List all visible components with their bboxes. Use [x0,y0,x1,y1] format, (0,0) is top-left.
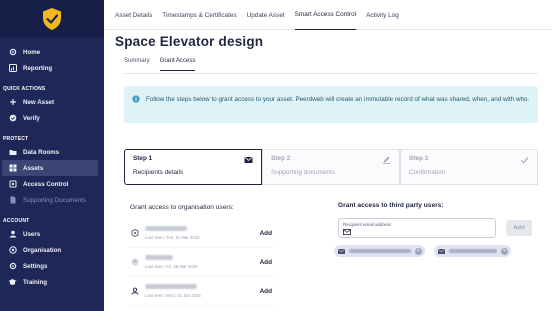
add-button[interactable]: Add [260,288,272,295]
sidebar-item-verify[interactable]: Verify [0,110,104,126]
asset-tabs: Asset Details Timestamps & Certificates … [104,0,552,30]
step-2[interactable]: Step 2 Supporting documents [262,149,400,185]
sidebar-item-organisation[interactable]: Organisation [0,242,104,258]
step-label: Confirmation [409,169,446,176]
email-input[interactable] [354,228,492,237]
org-user-list: Last seen: Tue, 11 Mar 2025 Add Last see… [130,219,275,306]
user-icon [130,287,139,296]
gear-icon [8,262,17,271]
sidebar-item-users[interactable]: Users [0,226,104,242]
recipient-chip: × [434,245,511,257]
sub-tabs: Summary Grant Access [124,58,205,74]
bar-chart-icon [8,64,17,73]
sidebar-item-label: Data Rooms [23,148,60,156]
pencil-icon [383,156,390,164]
info-icon [132,95,140,103]
add-email-button[interactable]: Add [506,220,532,236]
lock-icon [8,180,17,189]
sidebar-item-data-rooms[interactable]: Data Rooms [0,144,104,160]
sidebar-item-label: Access Control [23,180,69,188]
step-label: Supporting documents [271,169,335,176]
tab-activity-log[interactable]: Activity Log [366,0,399,30]
sidebar-item-label: Organisation [23,246,62,254]
tab-timestamps-certificates[interactable]: Timestamps & Certificates [162,0,236,30]
list-item: Last seen: Fri, 28 Mar 2025 Add [130,248,275,277]
step-number: Step 3 [409,155,429,162]
document-icon [8,196,17,205]
sidebar-item-label: Settings [23,262,48,270]
gear-icon [8,48,17,57]
sidebar-item-label: Verify [23,114,40,122]
graduation-cap-icon [8,278,17,287]
tab-summary[interactable]: Summary [124,58,150,74]
organisation-icon [8,246,17,255]
sidebar-item-label: Training [23,278,48,286]
grid-icon [8,164,17,173]
info-banner: Follow the steps below to grant access t… [124,86,538,123]
envelope-icon [338,248,345,254]
recipient-chip: × [334,245,425,257]
last-seen: Last seen: Fri, 28 Mar 2025 [145,264,198,269]
section-quick-actions: QUICK ACTIONS [3,86,46,92]
shield-check-logo-icon[interactable] [41,7,63,31]
sidebar-item-access-control[interactable]: Access Control [0,176,104,192]
sidebar: Home Reporting QUICK ACTIONS New Asset V… [0,0,104,311]
add-button[interactable]: Add [260,230,272,237]
step-number: Step 2 [271,155,291,162]
sidebar-item-label: New Asset [23,98,55,106]
envelope-icon [343,229,351,235]
stepper: Step 1 Recipients details Step 2 Support… [124,149,538,185]
check-icon [520,157,529,164]
sidebar-item-home[interactable]: Home [0,44,104,60]
divider [124,73,538,74]
third-party-section-title: Grant access to third party users: [338,202,444,209]
step-number: Step 1 [133,155,153,162]
tab-asset-details[interactable]: Asset Details [115,0,152,30]
tab-smart-access-control[interactable]: Smart Access Control [294,0,357,30]
remove-chip-button[interactable]: × [501,247,508,255]
tab-grant-access[interactable]: Grant Access [159,58,196,71]
add-button[interactable]: Add [260,259,272,266]
sidebar-item-label: Supporting Documents [23,196,86,204]
section-protect: PROTECT [3,136,29,142]
organisation-icon [130,229,139,238]
remove-chip-button[interactable]: × [415,247,422,255]
recipient-email-field[interactable]: Recipient email address [338,218,496,238]
envelope-icon [244,156,253,163]
folder-icon [8,148,17,157]
sidebar-item-training[interactable]: Training [0,274,104,290]
org-section-title: Grant access to organisation users: [130,204,234,211]
envelope-icon [438,248,445,254]
sidebar-item-supporting-documents[interactable]: Supporting Documents [0,192,104,208]
sidebar-item-label: Assets [23,164,44,172]
tab-update-asset[interactable]: Update Asset [247,0,285,30]
sidebar-item-settings[interactable]: Settings [0,258,104,274]
list-item: Last seen: Tue, 11 Mar 2025 Add [130,219,275,248]
check-circle-icon [8,114,17,123]
email-label: Recipient email address [343,222,392,227]
sidebar-item-reporting[interactable]: Reporting [0,60,104,76]
sidebar-item-label: Reporting [23,64,53,72]
list-item: Last seen: Wed, 01 Jan 2025 Add [130,277,275,306]
sidebar-item-label: Users [23,230,41,238]
step-3[interactable]: Step 3 Confirmation [400,149,538,185]
last-seen: Last seen: Tue, 11 Mar 2025 [145,235,200,240]
section-account: ACCOUNT [3,218,30,224]
step-label: Recipients details [133,169,184,176]
logo-area [0,0,104,38]
plus-icon [8,98,17,107]
sidebar-item-new-asset[interactable]: New Asset [0,94,104,110]
step-1[interactable]: Step 1 Recipients details [124,149,262,185]
info-text: Follow the steps below to grant access t… [146,96,530,103]
sidebar-item-assets[interactable]: Assets [2,160,98,176]
last-seen: Last seen: Wed, 01 Jan 2025 [145,293,201,298]
page-title: Space Elevator design [115,34,264,49]
sidebar-item-label: Home [23,48,41,56]
user-icon [8,230,17,239]
user-icon [130,258,139,267]
